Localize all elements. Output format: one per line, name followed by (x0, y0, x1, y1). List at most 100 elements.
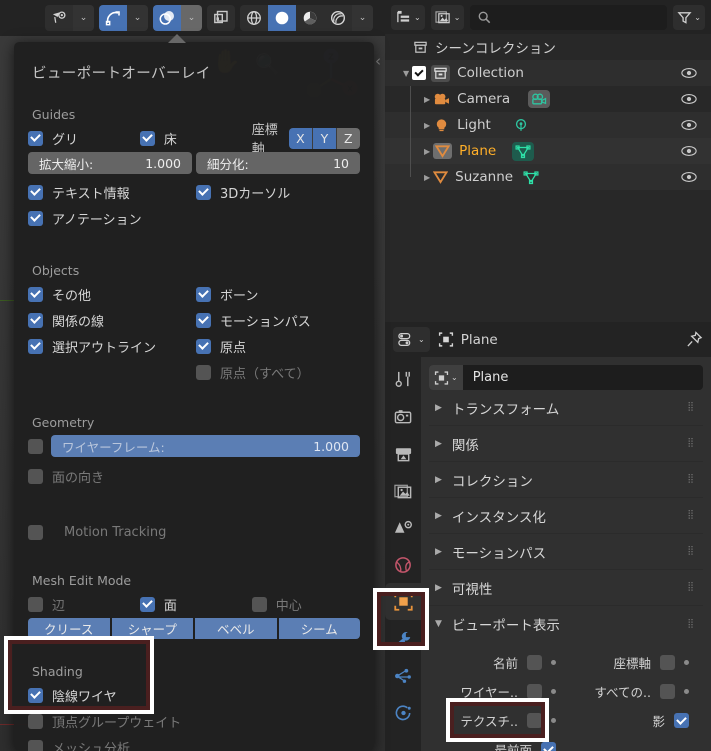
vd-show-wire[interactable]: ワイヤー.. (433, 682, 566, 701)
objects-origins-all-toggle[interactable]: 原点（すべて） (196, 363, 364, 382)
animate-property-dot[interactable] (551, 689, 556, 694)
snap-dropdown-icon[interactable]: ⌄ (127, 5, 148, 31)
vd-checkbox[interactable] (660, 684, 675, 699)
center-toggle[interactable]: 中心 (251, 595, 364, 614)
panel-instancing[interactable]: ▶ インスタンス化 ⣿ (429, 498, 703, 534)
sharp-button[interactable]: シャープ (111, 618, 193, 639)
scene-tab[interactable] (385, 509, 421, 546)
collection-exclude-checkbox[interactable] (412, 66, 427, 80)
expand-triangle-down-icon[interactable]: ▼ (435, 619, 442, 629)
objects-extras-toggle[interactable]: その他 (28, 285, 196, 304)
objects-outline-selected-checkbox[interactable] (28, 338, 43, 354)
outliner-display-mode-icon[interactable]: ⌄ (391, 4, 425, 30)
shading-dropdown-icon[interactable]: ⌄ (352, 5, 373, 31)
panel-viewport-display[interactable]: ▼ ビューポート表示 ⣿ (429, 606, 703, 642)
wireframe-checkbox[interactable] (28, 438, 43, 454)
vertex-group-weights-toggle[interactable]: 頂点グループウェイト (28, 712, 196, 731)
vd-show-axes[interactable]: 座標軸 (566, 653, 699, 672)
vertex-group-weights-checkbox[interactable] (28, 713, 43, 729)
center-checkbox[interactable] (251, 596, 267, 612)
overlays-icon[interactable] (153, 5, 181, 31)
view-layer-images-tab[interactable] (385, 472, 421, 509)
outliner-row-light[interactable]: ▶ Light (385, 112, 711, 138)
panel-collections[interactable]: ▶ コレクション ⣿ (429, 462, 703, 498)
drag-grip-icon[interactable]: ⣿ (687, 583, 695, 592)
expand-triangle-down-icon[interactable]: ▼ (403, 69, 409, 78)
object-tab[interactable] (385, 583, 421, 620)
physics-tab[interactable] (385, 694, 421, 731)
cursor-3d-toggle[interactable]: 3Dカーソル (196, 183, 364, 202)
drag-grip-icon[interactable]: ⣿ (687, 547, 695, 556)
expand-triangle-right-icon[interactable]: ▶ (435, 475, 442, 485)
hidden-wire-toggle[interactable]: 陰線ワイヤ (28, 686, 196, 705)
expand-triangle-right-icon[interactable]: ▶ (424, 173, 430, 182)
render-camera-tab[interactable] (385, 398, 421, 435)
objects-origins-all-checkbox[interactable] (196, 364, 211, 380)
outliner-row-camera[interactable]: ▶ Camera (385, 86, 711, 112)
animate-property-dot[interactable] (551, 718, 556, 723)
light-data-icon[interactable] (513, 118, 529, 133)
edges-checkbox[interactable] (28, 596, 43, 612)
bevel-button[interactable]: ベベル (195, 618, 277, 639)
outliner-id-type-icon[interactable]: ⌄ (430, 4, 465, 30)
vd-checkbox[interactable] (660, 655, 675, 670)
expand-triangle-right-icon[interactable]: ▶ (424, 147, 430, 156)
panel-relations[interactable]: ▶ 関係 ⣿ (429, 426, 703, 462)
outliner-row-suzanne[interactable]: ▶ Suzanne (385, 164, 711, 190)
vd-checkbox[interactable] (674, 713, 689, 728)
xray-toggle-icon[interactable] (207, 5, 235, 31)
sidebar-toggle-icon[interactable]: ‹ (375, 52, 381, 70)
vd-show-shadow[interactable]: 影 (566, 711, 699, 730)
search-input[interactable] (470, 4, 668, 30)
annotations-toggle[interactable]: アノテーション (28, 209, 196, 228)
motion-tracking-checkbox[interactable] (28, 524, 43, 540)
vd-show-all-edges[interactable]: すべての.. (566, 682, 699, 701)
world-tab[interactable] (385, 546, 421, 583)
objects-extras-checkbox[interactable] (28, 286, 43, 302)
face-orientation-toggle[interactable]: 面の向き (28, 467, 196, 486)
object-icon[interactable]: ⌄ (429, 365, 463, 390)
objects-bones-toggle[interactable]: ボーン (196, 285, 364, 304)
visibility-selectability-icon[interactable] (45, 5, 73, 31)
object-name-field[interactable]: ⌄ Plane (429, 365, 703, 390)
seam-button[interactable]: シーム (278, 618, 360, 639)
shading-wireframe-icon[interactable] (240, 5, 268, 31)
expand-triangle-right-icon[interactable]: ▶ (435, 403, 442, 413)
mesh-analysis-toggle[interactable]: メッシュ分析 (28, 738, 196, 751)
axis-y-toggle[interactable]: Y (312, 127, 336, 149)
tool-tab[interactable] (385, 361, 421, 398)
particles-tab[interactable] (385, 657, 421, 694)
grid-checkbox[interactable] (28, 130, 43, 146)
visibility-eye-icon[interactable] (681, 119, 697, 131)
drag-grip-icon[interactable]: ⣿ (687, 475, 695, 484)
visibility-eye-icon[interactable] (681, 145, 697, 157)
vd-checkbox[interactable] (527, 684, 542, 699)
vd-show-in-front[interactable]: 最前面 (433, 740, 566, 751)
faces-checkbox[interactable] (139, 596, 155, 612)
objects-relationship-lines-checkbox[interactable] (28, 312, 43, 328)
axis-z-toggle[interactable]: Z (335, 127, 360, 149)
grid-scale-field[interactable]: 拡大縮小: 1.000 (28, 152, 192, 174)
expand-triangle-right-icon[interactable]: ▶ (435, 511, 442, 521)
animate-property-dot[interactable] (684, 660, 689, 665)
animate-property-dot[interactable] (684, 689, 689, 694)
wireframe-slider[interactable]: ワイヤーフレーム: 1.000 (51, 435, 360, 457)
animate-property-dot[interactable] (551, 660, 556, 665)
expand-triangle-right-icon[interactable]: ▶ (424, 121, 430, 130)
objects-bones-checkbox[interactable] (196, 286, 211, 302)
edges-toggle[interactable]: 辺 (28, 595, 140, 614)
crease-button[interactable]: クリース (28, 618, 110, 639)
outliner-row-plane[interactable]: ▶ Plane (385, 138, 711, 164)
outliner-row-collection[interactable]: ▼ Collection (385, 60, 711, 86)
expand-triangle-right-icon[interactable]: ▶ (435, 547, 442, 557)
text-info-checkbox[interactable] (28, 184, 43, 200)
panel-visibility[interactable]: ▶ 可視性 ⣿ (429, 570, 703, 606)
mesh-data-icon[interactable] (523, 170, 539, 185)
visibility-eye-icon[interactable] (681, 93, 697, 105)
visibility-eye-icon[interactable] (681, 67, 697, 79)
objects-relationship-lines-toggle[interactable]: 関係の線 (28, 311, 196, 330)
grid-subdivisions-field[interactable]: 細分化: 10 (196, 152, 360, 174)
vd-show-texture-space[interactable]: テクスチ.. (433, 711, 566, 730)
pin-icon[interactable] (686, 331, 703, 348)
camera-data-icon[interactable] (528, 90, 551, 108)
